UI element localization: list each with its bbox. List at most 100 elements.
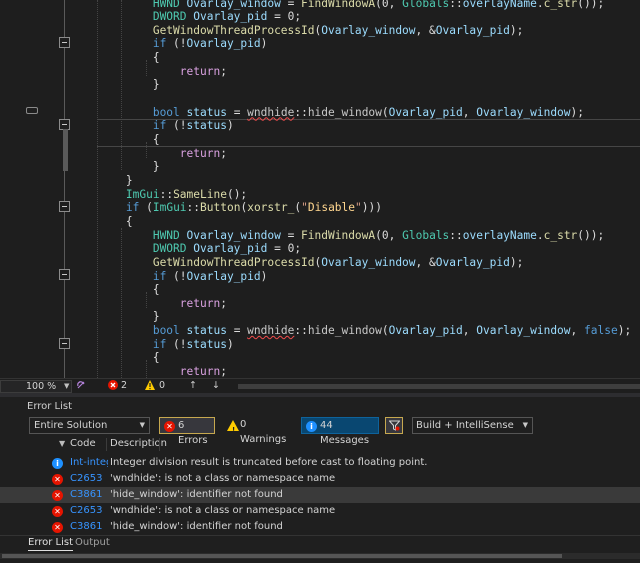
code-line[interactable]: DWORD Ovarlay_pid = 0; — [72, 242, 301, 256]
scope-dropdown[interactable]: Entire Solution ▼ — [29, 417, 150, 434]
code-line[interactable]: bool status = wndhide::hide_window(Ovarl… — [72, 106, 584, 120]
scrollbar-thumb[interactable] — [2, 554, 562, 558]
collapse-toggle-icon[interactable] — [59, 338, 70, 349]
tab-output[interactable]: Output — [75, 536, 110, 551]
horizontal-scrollbar[interactable] — [238, 384, 640, 389]
code-line[interactable]: } — [72, 78, 160, 92]
code-editor[interactable]: HWND Ovarlay_window = FindWindowA(0, Glo… — [0, 0, 640, 378]
row-code: C2653 — [70, 505, 103, 516]
code-line[interactable]: if (!status) — [72, 338, 234, 352]
code-token: { — [152, 283, 160, 297]
code-token: if — [152, 337, 167, 351]
list-item[interactable]: i Int-integer Integer division result is… — [0, 455, 640, 471]
code-token: ; — [220, 296, 227, 310]
chevron-down-icon[interactable]: ▼ — [64, 382, 69, 390]
code-line[interactable]: HWND Ovarlay_window = FindWindowA(0, Glo… — [72, 0, 604, 11]
row-code: C2653 — [70, 473, 103, 484]
code-token: GetWindowThreadProcessId — [152, 255, 315, 269]
row-description: 'hide_window': identifier not found — [110, 489, 283, 500]
code-token: ( — [375, 228, 382, 242]
column-code[interactable]: Code — [70, 436, 96, 452]
code-token: DWORD — [152, 242, 187, 256]
code-line[interactable]: DWORD Ovarlay_pid = 0; — [72, 10, 301, 24]
code-line[interactable]: bool status = wndhide::hide_window(Ovarl… — [72, 324, 631, 338]
code-line[interactable]: { — [72, 215, 133, 229]
code-line[interactable]: } — [72, 160, 160, 174]
warnings-filter-button[interactable]: ! 0 Warnings — [223, 417, 293, 445]
error-squiggle-token: wndhide — [247, 324, 295, 338]
list-item[interactable]: ✕ C2653 'wndhide': is not a class or nam… — [0, 503, 640, 519]
code-line[interactable]: { — [72, 283, 160, 297]
arrow-down-icon[interactable]: ↓ — [212, 380, 220, 391]
code-token: ()); — [577, 0, 605, 10]
zoom-selector[interactable]: 100 % — [0, 380, 72, 393]
code-line[interactable]: GetWindowThreadProcessId(Ovarlay_window,… — [72, 23, 524, 38]
code-token: (! — [166, 119, 187, 133]
warning-count-icon[interactable] — [145, 380, 155, 393]
list-item[interactable]: ✕ C3861 'hide_window': identifier not fo… — [0, 519, 640, 535]
code-line[interactable]: { — [72, 351, 160, 365]
code-token: { — [152, 351, 160, 365]
sort-icon[interactable]: ▼ — [59, 436, 65, 452]
messages-filter-button[interactable]: i 44 Messages — [301, 417, 379, 446]
row-description: 'hide_window': identifier not found — [110, 521, 283, 532]
arrow-up-icon[interactable]: ↑ — [189, 380, 197, 391]
code-line[interactable]: { — [72, 51, 160, 65]
code-line[interactable]: ImGui::SameLine(); — [72, 188, 247, 202]
code-token: ( — [375, 0, 382, 10]
code-token: ( — [381, 324, 389, 338]
code-line[interactable]: return; — [72, 365, 227, 378]
code-token: false — [584, 324, 618, 338]
collapse-toggle-icon[interactable] — [59, 201, 70, 212]
code-line[interactable]: if (!Ovarlay_pid) — [72, 270, 268, 284]
column-divider[interactable] — [106, 438, 107, 451]
code-token: = — [226, 324, 248, 338]
code-token: (! — [166, 337, 187, 351]
code-line[interactable]: { — [72, 133, 160, 147]
code-line[interactable]: if (!Ovarlay_pid) — [72, 37, 268, 51]
code-line[interactable]: return; — [72, 147, 227, 161]
code-token: Ovarlay_pid — [193, 10, 268, 24]
code-token: Ovarlay_window — [321, 255, 416, 269]
code-token: Ovarlay_pid — [388, 105, 463, 119]
code-line[interactable]: } — [72, 310, 160, 324]
collapse-toggle-icon[interactable] — [59, 37, 70, 48]
code-line[interactable]: if (ImGui::Button(xorstr_("Disable"))) — [72, 201, 382, 215]
code-token: ); — [509, 23, 524, 37]
filter-button[interactable] — [385, 417, 403, 434]
tab-error-list[interactable]: Error List — [28, 536, 74, 551]
code-token: Ovarlay_window — [186, 228, 281, 242]
code-token: c_str — [543, 228, 578, 242]
code-line[interactable]: GetWindowThreadProcessId(Ovarlay_window,… — [72, 255, 524, 270]
code-token: , — [388, 0, 403, 10]
list-item[interactable]: ✕ C2653 'wndhide': is not a class or nam… — [0, 471, 640, 487]
code-line[interactable]: } — [72, 174, 133, 188]
code-line[interactable]: return; — [72, 297, 227, 311]
code-line[interactable]: return; — [72, 65, 227, 79]
zoom-level: 100 % — [26, 381, 57, 392]
code-token: 0 — [381, 228, 389, 242]
build-filter-dropdown[interactable]: Build + IntelliSense ▼ — [412, 417, 533, 434]
code-line[interactable]: HWND Ovarlay_window = FindWindowA(0, Glo… — [72, 229, 604, 243]
horizontal-scrollbar[interactable] — [0, 553, 640, 559]
errors-filter-button[interactable]: ✕ 6 Errors — [159, 417, 215, 446]
list-item-selected[interactable]: ✕ C3861 'hide_window': identifier not fo… — [0, 487, 640, 503]
code-token: Globals — [402, 0, 450, 10]
code-line[interactable]: if (!status) — [72, 119, 234, 133]
code-token: = — [267, 10, 288, 24]
code-token: bool — [152, 324, 180, 338]
collapse-toggle-icon[interactable] — [59, 269, 70, 280]
error-count-icon[interactable] — [108, 380, 118, 393]
code-token: , — [570, 324, 585, 338]
column-divider[interactable] — [159, 438, 160, 451]
intellicode-icon[interactable] — [76, 380, 86, 393]
row-description: Integer division result is truncated bef… — [110, 457, 428, 468]
